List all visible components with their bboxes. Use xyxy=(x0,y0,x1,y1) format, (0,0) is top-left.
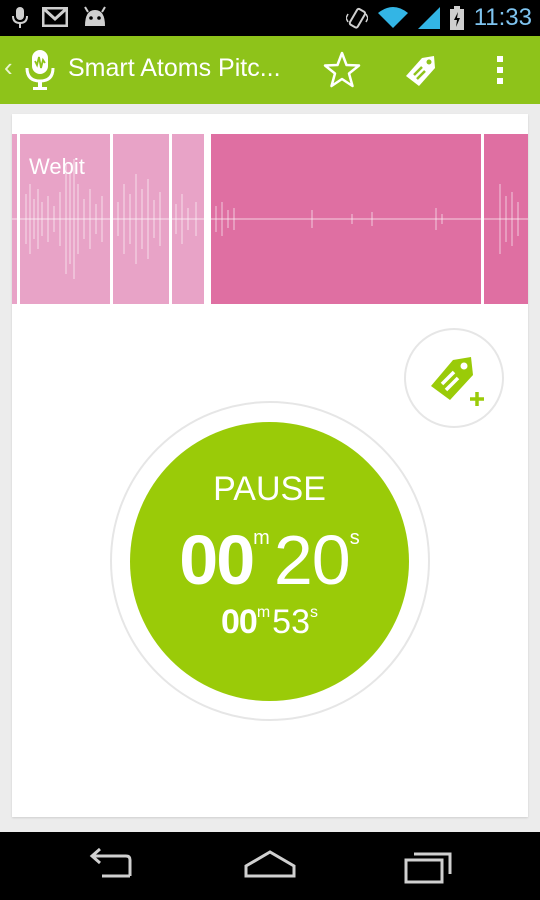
wifi-icon xyxy=(377,7,408,28)
app-microphone-icon[interactable] xyxy=(24,48,56,92)
pause-label: PAUSE xyxy=(213,470,326,508)
battery-icon xyxy=(449,6,464,30)
waveform-graphic xyxy=(12,134,528,304)
total-minutes-unit: m xyxy=(256,604,271,621)
total-seconds-unit: s xyxy=(309,604,318,621)
total-minutes: 00 xyxy=(221,603,258,641)
add-tag-button[interactable] xyxy=(404,328,504,428)
android-icon xyxy=(84,6,106,26)
tag-edit-icon[interactable] xyxy=(402,50,442,90)
elapsed-minutes: 00 xyxy=(179,521,255,599)
total-seconds: 53 xyxy=(272,603,310,641)
waveform-label: Webit xyxy=(29,154,85,179)
elapsed-minutes-unit: m xyxy=(253,527,270,549)
up-caret-icon[interactable]: ‹ xyxy=(4,54,13,80)
back-icon[interactable] xyxy=(82,846,142,886)
recent-apps-icon[interactable] xyxy=(398,846,458,886)
page-title[interactable]: Smart Atoms Pitc... xyxy=(68,54,281,83)
status-time: 11:33 xyxy=(473,4,532,31)
pause-button[interactable]: PAUSE 00 m 20 s 00 m 53 s xyxy=(130,422,409,701)
home-icon[interactable] xyxy=(240,846,300,886)
microphone-icon xyxy=(12,7,28,28)
waveform[interactable]: Webit xyxy=(12,134,528,304)
star-icon[interactable] xyxy=(322,50,362,90)
elapsed-time: 00 m 20 s xyxy=(130,520,409,600)
tag-add-icon xyxy=(431,357,484,406)
total-time: 00 m 53 s xyxy=(130,602,409,642)
gmail-icon xyxy=(42,7,68,27)
overflow-menu-icon[interactable] xyxy=(488,52,512,88)
elapsed-seconds: 20 xyxy=(273,521,351,599)
signal-icon xyxy=(417,7,440,29)
vibrate-icon xyxy=(345,7,368,29)
action-bar: ‹ Smart Atoms Pitc... xyxy=(0,36,540,104)
status-bar: 11:33 xyxy=(0,0,540,36)
recording-card: Webit PAUSE 00 m 20 s 00 m 53 s xyxy=(12,114,528,817)
elapsed-seconds-unit: s xyxy=(349,527,360,549)
navigation-bar xyxy=(0,832,540,900)
